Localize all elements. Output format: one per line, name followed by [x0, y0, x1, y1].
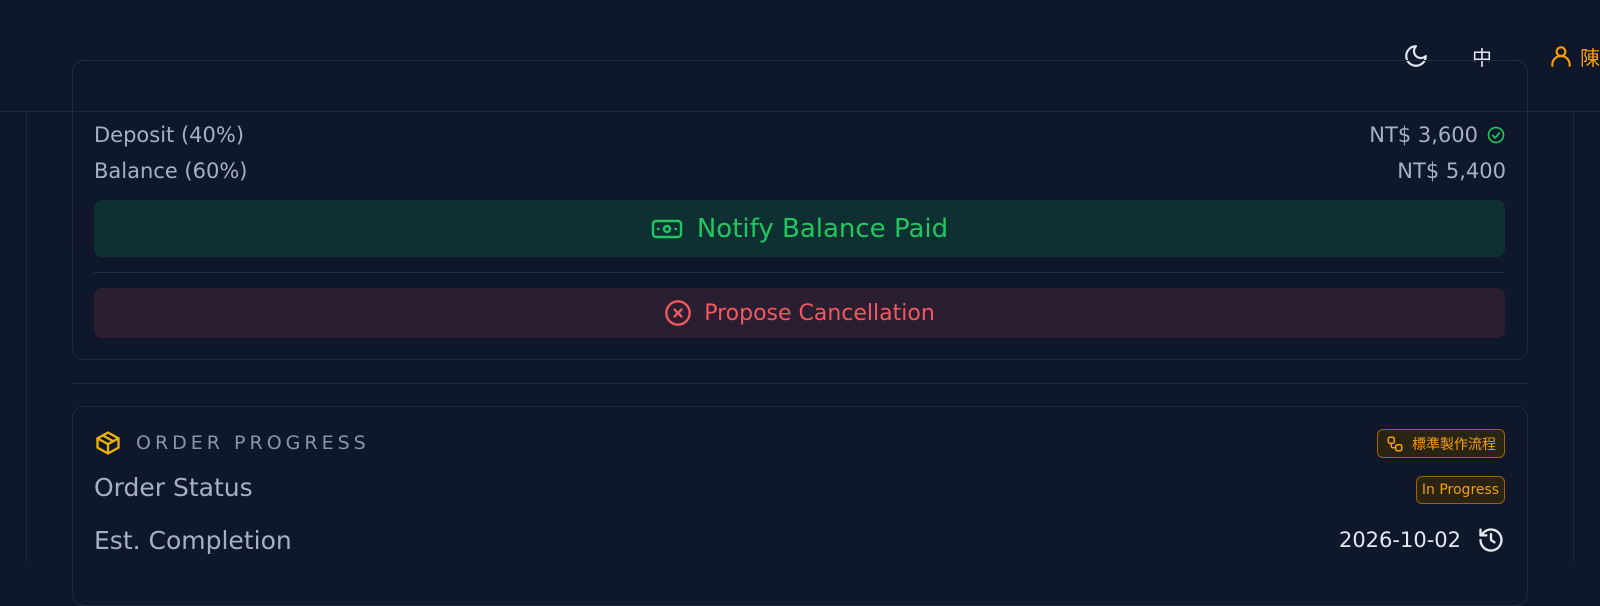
notify-button-label: Notify Balance Paid — [696, 213, 949, 244]
workflow-icon — [1387, 436, 1403, 451]
deposit-row: Deposit (40%) NT$ 3,600 — [94, 120, 1506, 150]
check-circle-icon — [1487, 126, 1505, 144]
package-icon — [96, 431, 120, 455]
card-divider — [94, 272, 1505, 273]
status-badge: In Progress — [1416, 476, 1505, 504]
order-status-label: Order Status — [94, 473, 253, 502]
deposit-label: Deposit (40%) — [94, 123, 245, 147]
section-title: ORDER PROGRESS — [136, 432, 370, 454]
history-button[interactable] — [1477, 526, 1505, 554]
user-icon — [1551, 46, 1571, 67]
est-completion-group: 2026-10-02 — [1339, 526, 1505, 554]
propose-cancellation-button[interactable]: Propose Cancellation — [94, 288, 1505, 338]
balance-amount: NT$ 5,400 — [1397, 159, 1506, 183]
balance-row: Balance (60%) NT$ 5,400 — [94, 156, 1506, 186]
right-rail-divider — [1573, 112, 1574, 563]
notify-balance-paid-button[interactable]: Notify Balance Paid — [94, 200, 1505, 257]
est-completion-label: Est. Completion — [94, 526, 292, 555]
est-completion-date: 2026-10-02 — [1338, 528, 1461, 552]
x-circle-icon — [665, 300, 692, 326]
cancel-button-label: Propose Cancellation — [704, 300, 935, 326]
workflow-badge[interactable]: 標準製作流程 — [1377, 429, 1505, 458]
user-menu-button[interactable]: 陳 — [1548, 36, 1600, 76]
user-name: 陳 — [1580, 45, 1600, 70]
left-rail-divider — [26, 112, 27, 563]
history-icon — [1479, 528, 1503, 552]
deposit-amount-group: NT$ 3,600 — [1369, 123, 1506, 147]
banknote-icon — [651, 219, 683, 238]
section-divider — [72, 383, 1528, 384]
workflow-badge-label: 標準製作流程 — [1412, 436, 1496, 453]
order-progress-header: ORDER PROGRESS — [94, 428, 370, 458]
deposit-amount: NT$ 3,600 — [1369, 123, 1478, 147]
balance-label: Balance (60%) — [94, 159, 248, 183]
